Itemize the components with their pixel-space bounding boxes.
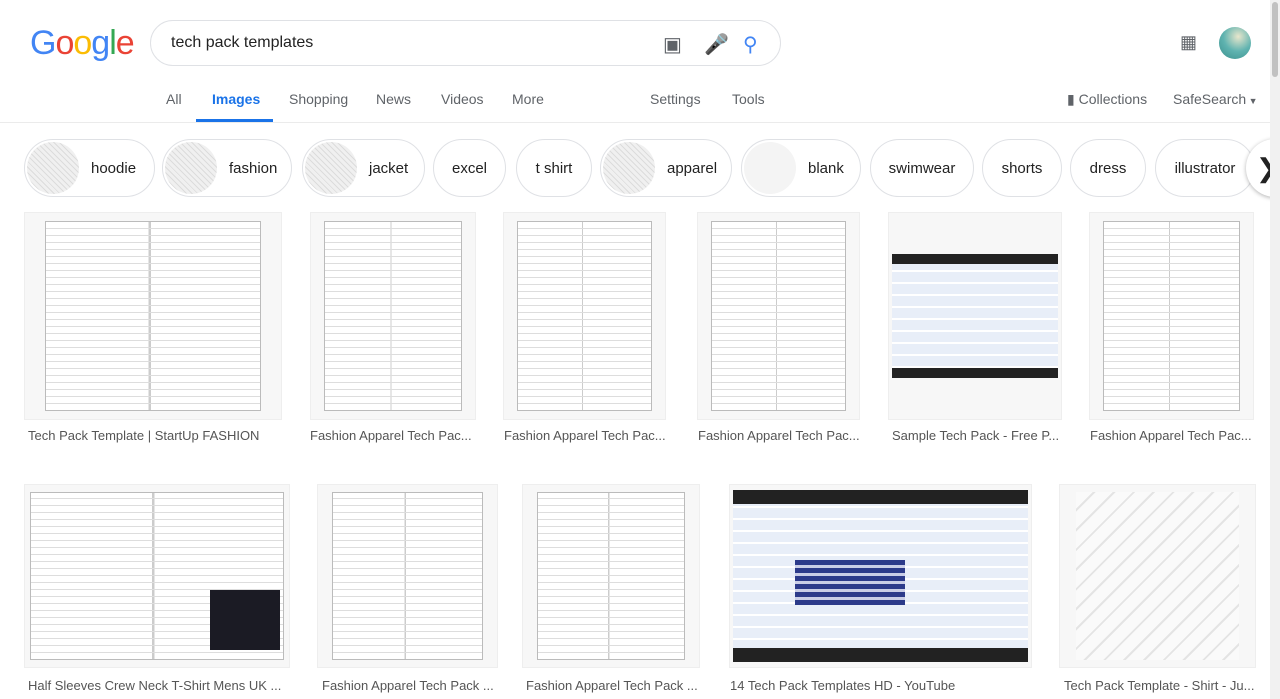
result-title[interactable]: Fashion Apparel Tech Pack ... xyxy=(322,678,502,693)
result-title[interactable]: Tech Pack Template | StartUp FASHION xyxy=(28,428,282,443)
result-image[interactable] xyxy=(310,212,476,420)
tech-pack-thumbnail xyxy=(537,492,685,660)
chip-blank[interactable]: blank xyxy=(741,139,861,197)
result-title[interactable]: Fashion Apparel Tech Pac... xyxy=(504,428,674,443)
bookmark-icon: ▮ xyxy=(1067,91,1075,107)
camera-icon[interactable]: ▣ xyxy=(663,32,682,57)
tab-shopping[interactable]: Shopping xyxy=(289,91,348,107)
tech-pack-thumbnail xyxy=(45,221,261,411)
shirt-thumbnail xyxy=(1075,492,1240,660)
microphone-icon[interactable]: 🎤 xyxy=(704,32,729,57)
result-image[interactable] xyxy=(24,212,282,420)
chip-thumbnail xyxy=(305,142,357,194)
chip-shorts[interactable]: shorts xyxy=(982,139,1062,197)
tab-tools[interactable]: Tools xyxy=(732,91,765,107)
caret-down-icon: ▼ xyxy=(1246,96,1258,106)
result-image[interactable] xyxy=(1059,484,1256,668)
tech-pack-thumbnail xyxy=(1103,221,1240,411)
tab-videos[interactable]: Videos xyxy=(441,91,484,107)
chip-jacket[interactable]: jacket xyxy=(302,139,425,197)
chip-illustrator[interactable]: illustrator xyxy=(1155,139,1255,197)
tech-pack-thumbnail xyxy=(324,221,462,411)
search-box[interactable]: tech pack templates ▣ 🎤 ⚲ xyxy=(150,20,781,66)
chip-thumbnail xyxy=(744,142,796,194)
scrollbar[interactable] xyxy=(1270,0,1280,699)
safesearch-dropdown[interactable]: SafeSearch ▼ xyxy=(1173,91,1258,107)
search-icon[interactable]: ⚲ xyxy=(743,32,758,57)
result-title[interactable]: Half Sleeves Crew Neck T-Shirt Mens UK .… xyxy=(28,678,290,693)
result-image[interactable] xyxy=(1089,212,1254,420)
tab-more[interactable]: More xyxy=(512,91,544,107)
chip-thumbnail xyxy=(27,142,79,194)
search-input[interactable]: tech pack templates xyxy=(171,34,313,52)
fabric-swatch xyxy=(210,590,280,650)
tech-pack-thumbnail xyxy=(892,254,1058,378)
tech-pack-thumbnail xyxy=(710,221,847,411)
chip-t-shirt[interactable]: t shirt xyxy=(516,139,592,197)
result-title[interactable]: 14 Tech Pack Templates HD - YouTube xyxy=(730,678,1030,693)
avatar[interactable] xyxy=(1219,27,1251,59)
result-image[interactable] xyxy=(24,484,290,668)
result-title[interactable]: Fashion Apparel Tech Pac... xyxy=(310,428,480,443)
tech-pack-thumbnail xyxy=(332,492,483,660)
result-title[interactable]: Fashion Apparel Tech Pac... xyxy=(698,428,868,443)
result-title[interactable]: Sample Tech Pack - Free P... xyxy=(892,428,1062,443)
tab-settings[interactable]: Settings xyxy=(650,91,701,107)
result-image[interactable] xyxy=(522,484,700,668)
scrollbar-thumb[interactable] xyxy=(1272,2,1278,77)
apps-grid-icon[interactable]: ▦ xyxy=(1180,32,1197,53)
result-image[interactable] xyxy=(729,484,1032,668)
chip-thumbnail xyxy=(603,142,655,194)
tech-pack-thumbnail xyxy=(516,221,653,411)
google-logo[interactable]: Google xyxy=(30,24,135,63)
chip-excel[interactable]: excel xyxy=(433,139,506,197)
divider xyxy=(0,122,1280,123)
result-title[interactable]: Fashion Apparel Tech Pack ... xyxy=(526,678,706,693)
result-title[interactable]: Fashion Apparel Tech Pac... xyxy=(1090,428,1260,443)
chip-dress[interactable]: dress xyxy=(1070,139,1146,197)
chip-thumbnail xyxy=(165,142,217,194)
collections-link[interactable]: ▮ Collections xyxy=(1067,91,1147,108)
result-image[interactable] xyxy=(503,212,666,420)
tab-images[interactable]: Images xyxy=(212,91,260,107)
chip-fashion[interactable]: fashion xyxy=(162,139,292,197)
result-image[interactable] xyxy=(317,484,498,668)
tab-all[interactable]: All xyxy=(166,91,182,107)
chip-swimwear[interactable]: swimwear xyxy=(870,139,974,197)
result-image[interactable] xyxy=(697,212,860,420)
tab-news[interactable]: News xyxy=(376,91,411,107)
result-title[interactable]: Tech Pack Template - Shirt - Ju... xyxy=(1064,678,1259,693)
chip-apparel[interactable]: apparel xyxy=(600,139,732,197)
result-image[interactable] xyxy=(888,212,1062,420)
striped-shirt-graphic xyxy=(795,560,905,605)
chip-hoodie[interactable]: hoodie xyxy=(24,139,155,197)
